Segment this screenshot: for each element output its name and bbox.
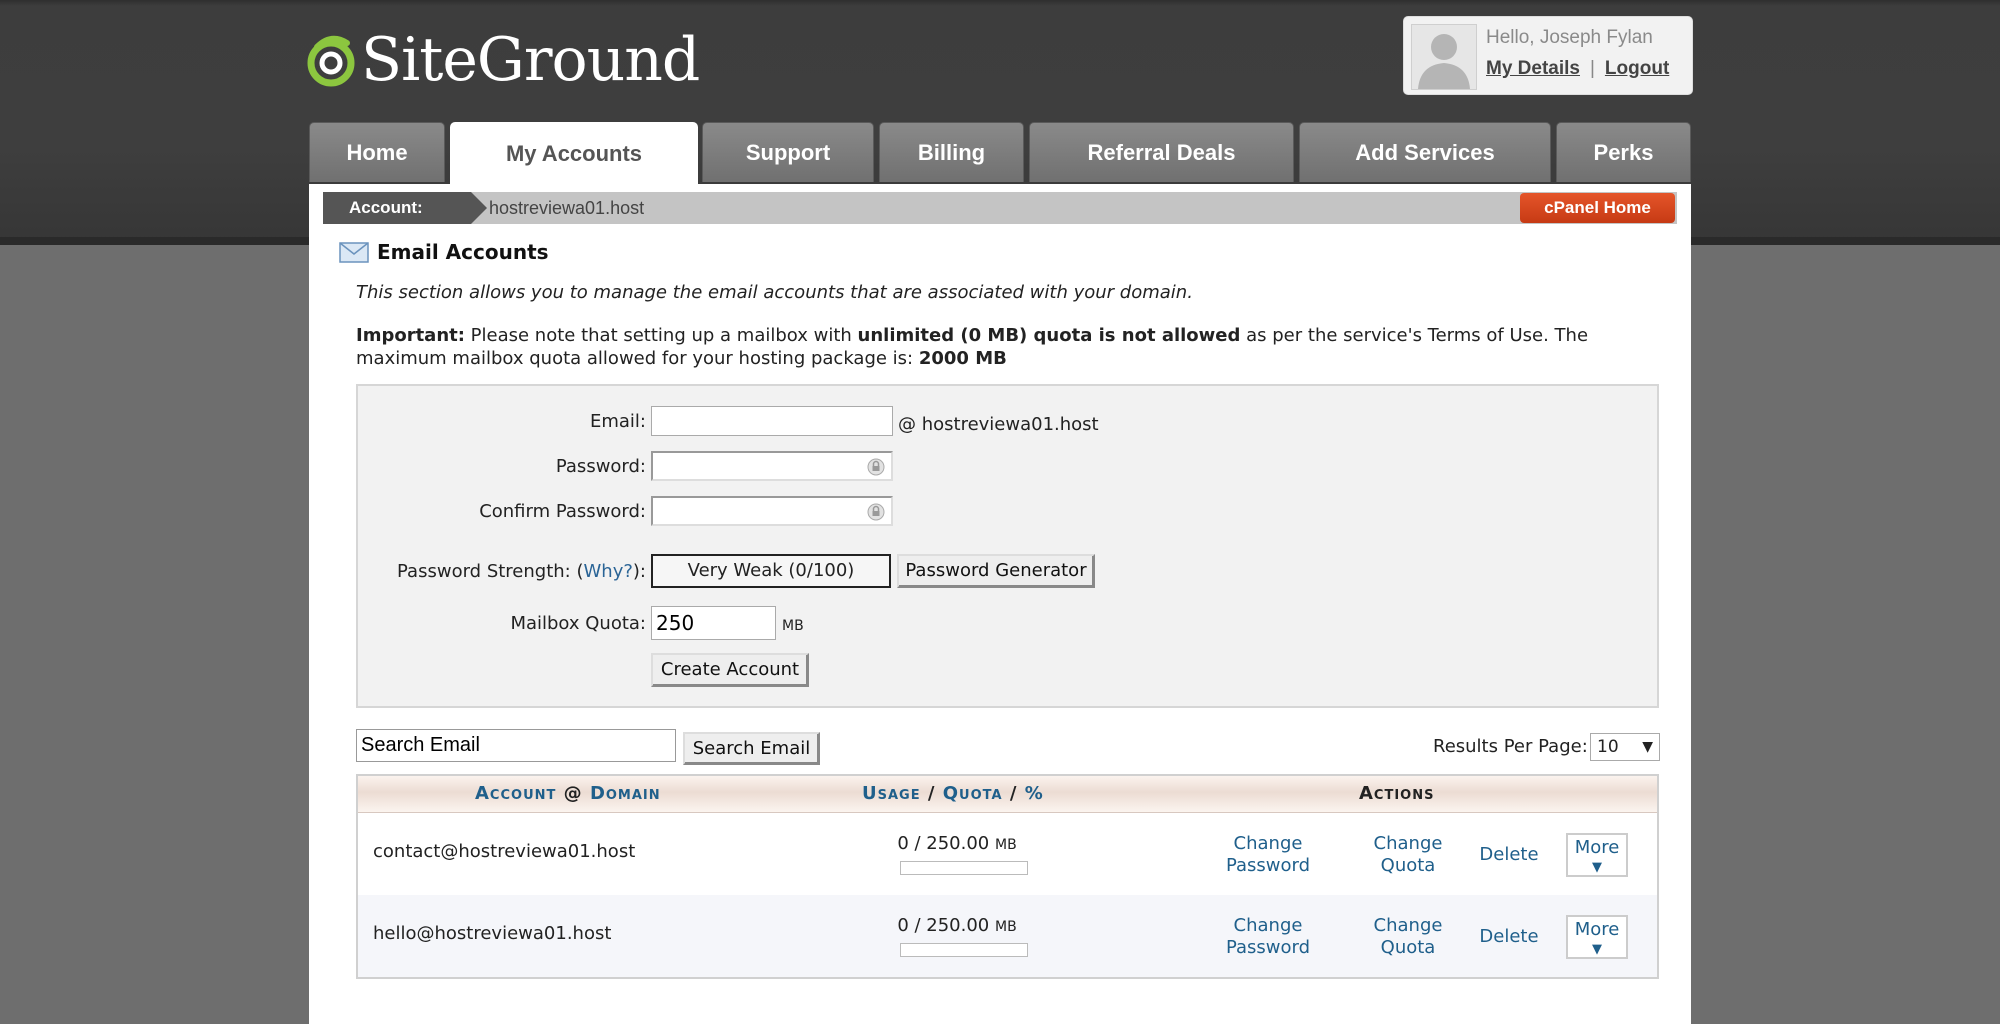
page-title: Email Accounts <box>377 240 549 264</box>
my-details-link[interactable]: My Details <box>1486 58 1580 79</box>
confirm-password-label: Confirm Password: <box>479 501 646 522</box>
password-strength-meter: Very Weak (0/100) <box>651 554 891 588</box>
header-slash-2: / <box>1009 783 1018 804</box>
confirm-password-field[interactable] <box>651 496 893 526</box>
mailbox-quota-input[interactable] <box>651 606 776 640</box>
breadcrumb-label: Account: <box>323 192 487 224</box>
lock-icon <box>867 458 885 476</box>
envelope-icon <box>339 242 369 263</box>
important-text-1: Please note that setting up a mailbox wi… <box>464 325 858 346</box>
email-field[interactable] <box>651 406 893 436</box>
table-row: contact@hostreviewa01.host 0 / 250.00 MB… <box>358 813 1657 895</box>
main-panel: Account: hostreviewa01.host cPanel Home … <box>309 184 1691 1024</box>
table-row: hello@hostreviewa01.host 0 / 250.00 MB C… <box>358 895 1657 977</box>
header-usage-quota: Usage / Quota / % <box>862 776 1044 812</box>
header-slash-1: / <box>927 783 936 804</box>
change-quota-link[interactable]: Change Quota <box>1358 833 1458 877</box>
logo-wordmark: SiteGround <box>361 24 700 95</box>
delete-link[interactable]: Delete <box>1474 926 1544 948</box>
search-input[interactable] <box>356 729 676 762</box>
header-actions: Actions <box>1359 783 1435 804</box>
results-per-page-value: 10 <box>1597 737 1619 757</box>
logo-swirl-icon <box>307 35 355 86</box>
important-notice: Important: Please note that setting up a… <box>356 324 1676 370</box>
siteground-logo[interactable]: SiteGround <box>307 22 700 97</box>
important-bold: unlimited (0 MB) quota is not allowed <box>857 325 1241 346</box>
create-account-button[interactable]: Create Account <box>651 653 809 687</box>
strength-label-post: ): <box>632 561 646 582</box>
change-quota-link[interactable]: Change Quota <box>1358 915 1458 959</box>
chevron-down-icon: ▼ <box>1592 860 1602 875</box>
password-generator-button[interactable]: Password Generator <box>897 554 1095 588</box>
important-max-quota: 2000 MB <box>918 348 1007 369</box>
header-at: @ <box>563 783 583 804</box>
avatar <box>1411 24 1477 90</box>
account-email: contact@hostreviewa01.host <box>373 841 636 862</box>
email-label: Email: <box>589 411 646 432</box>
quota-unit: MB <box>782 618 804 634</box>
sort-usage-link[interactable]: Usage <box>862 783 921 804</box>
section-intro: This section allows you to manage the em… <box>356 282 1193 303</box>
lock-icon <box>867 503 885 521</box>
more-button[interactable]: More ▼ <box>1566 833 1628 877</box>
tab-home[interactable]: Home <box>309 122 445 182</box>
user-links-separator: | <box>1589 58 1595 79</box>
cpanel-home-button[interactable]: cPanel Home <box>1520 193 1675 223</box>
results-per-page-label: Results Per Page: <box>1433 736 1588 757</box>
important-label: Important: <box>356 325 465 346</box>
sort-percent-link[interactable]: % <box>1025 783 1044 804</box>
table-header: Account @ Domain Usage / Quota / % Actio… <box>358 776 1657 813</box>
header-account-domain: Account @ Domain <box>475 776 661 812</box>
tab-perks[interactable]: Perks <box>1556 122 1691 182</box>
tab-add-services[interactable]: Add Services <box>1299 122 1551 182</box>
tab-support[interactable]: Support <box>702 122 874 182</box>
usage-bar <box>900 861 1028 875</box>
password-strength-label: Password Strength: (Why?): <box>397 561 646 582</box>
more-button[interactable]: More ▼ <box>1566 915 1628 959</box>
chevron-down-icon: ▼ <box>1592 942 1602 957</box>
tab-my-accounts[interactable]: My Accounts <box>450 122 698 185</box>
change-password-link[interactable]: Change Password <box>1203 915 1333 959</box>
breadcrumb: Account: hostreviewa01.host cPanel Home <box>323 192 1677 224</box>
strength-label-pre: Password Strength: ( <box>397 561 584 582</box>
breadcrumb-account-value: hostreviewa01.host <box>489 198 645 218</box>
section-header: Email Accounts <box>339 240 549 264</box>
mailbox-quota-label: Mailbox Quota: <box>510 613 646 634</box>
sort-quota-link[interactable]: Quota <box>943 783 1003 804</box>
logout-link[interactable]: Logout <box>1605 58 1669 79</box>
sort-account-link[interactable]: Account <box>475 783 556 804</box>
usage-value: 0 / 250.00 MB <box>897 833 1017 854</box>
results-per-page-select[interactable]: 10 ▼ <box>1590 733 1660 761</box>
user-silhouette-icon <box>1418 34 1470 89</box>
tab-billing[interactable]: Billing <box>879 122 1024 182</box>
sort-domain-link[interactable]: Domain <box>590 783 661 804</box>
delete-link[interactable]: Delete <box>1474 844 1544 866</box>
user-box: Hello, Joseph Fylan My Details | Logout <box>1403 16 1693 95</box>
user-greeting: Hello, Joseph Fylan <box>1486 27 1653 48</box>
usage-bar <box>900 943 1028 957</box>
tab-referral-deals[interactable]: Referral Deals <box>1029 122 1294 182</box>
search-email-button[interactable]: Search Email <box>683 732 820 765</box>
why-link[interactable]: Why? <box>583 561 632 582</box>
domain-suffix: @ hostreviewa01.host <box>898 414 1099 435</box>
password-label: Password: <box>555 456 646 477</box>
account-email: hello@hostreviewa01.host <box>373 923 612 944</box>
password-field[interactable] <box>651 451 893 481</box>
email-accounts-table: Account @ Domain Usage / Quota / % Actio… <box>356 774 1659 979</box>
create-account-form: Email: @ hostreviewa01.host Password: Co… <box>356 384 1659 708</box>
usage-value: 0 / 250.00 MB <box>897 915 1017 936</box>
chevron-down-icon: ▼ <box>1642 739 1653 755</box>
user-links: My Details | Logout <box>1486 58 1669 80</box>
change-password-link[interactable]: Change Password <box>1203 833 1333 877</box>
